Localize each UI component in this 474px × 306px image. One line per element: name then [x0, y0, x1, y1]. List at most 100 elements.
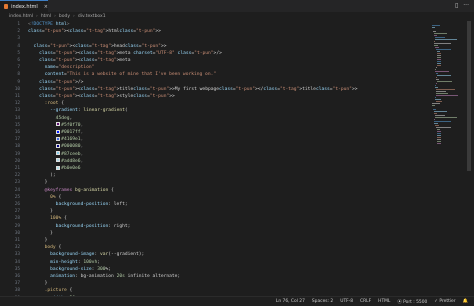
code-editor[interactable]: 1 <!DOCTYPE html> 2 class="t-pun"><class="t…	[0, 21, 474, 296]
code-line[interactable]: 23 }	[0, 179, 430, 186]
code-line[interactable]: 7 name="description"	[0, 64, 430, 71]
code-text[interactable]: :root {	[28, 100, 64, 107]
code-line[interactable]: 16 #0017ff,	[0, 129, 430, 136]
breadcrumb-body[interactable]: body	[59, 14, 70, 19]
code-line[interactable]: 26 background-position: left;	[0, 201, 430, 208]
code-line[interactable]: 17 #4169e1,	[0, 136, 430, 143]
code-line[interactable]: 18 #000080,	[0, 143, 430, 150]
code-text[interactable]: background-position: right;	[28, 223, 131, 230]
code-text[interactable]: #0017ff,	[28, 129, 83, 136]
status-prettier[interactable]: ✓ Prettier	[434, 299, 455, 304]
code-line[interactable]: 9 class="t-pun">/>	[0, 79, 430, 86]
more-actions-icon[interactable]: ···	[463, 2, 469, 10]
code-text[interactable]: #87ceeb,	[28, 151, 83, 158]
scrollbar-thumb[interactable]	[467, 21, 471, 171]
code-line[interactable]: 14 45deg,	[0, 115, 430, 122]
breadcrumb-html[interactable]: html	[41, 14, 51, 19]
code-line[interactable]: 20 #add8e6,	[0, 158, 430, 165]
code-line[interactable]: 36 animation: bg-animation 20s infinite …	[0, 273, 430, 280]
code-line[interactable]: 35 background-size: 300%;	[0, 266, 430, 273]
code-text[interactable]: }	[28, 179, 48, 186]
status-cursor-position[interactable]: Ln 76, Col 27	[276, 299, 305, 304]
code-line[interactable]: 15 #5f0f70,	[0, 122, 430, 129]
code-line[interactable]: 25 0% {	[0, 194, 430, 201]
code-text[interactable]: name="description"	[28, 64, 95, 71]
code-text[interactable]: class="t-pun"><class="t-tag">meta charse…	[28, 50, 222, 57]
code-text[interactable]: }	[28, 237, 48, 244]
color-swatch[interactable]	[55, 158, 60, 163]
code-text[interactable]: #5f0f70,	[28, 122, 83, 129]
status-live-server-port[interactable]: ⦿ Port : 5500	[397, 299, 427, 305]
code-line[interactable]: 4 class="t-pun"><class="t-tag">headclass…	[0, 43, 430, 50]
code-text[interactable]: body {	[28, 244, 62, 251]
code-line[interactable]: 28 100% {	[0, 215, 430, 222]
status-eol[interactable]: CRLF	[360, 299, 371, 304]
code-text[interactable]: background-position: left;	[28, 201, 128, 208]
code-text[interactable]: animation: bg-animation 20s infinite alt…	[28, 273, 180, 280]
code-line[interactable]: 22 );	[0, 172, 430, 179]
code-line[interactable]: 1 <!DOCTYPE html>	[0, 21, 430, 28]
code-line[interactable]: 31 }	[0, 237, 430, 244]
code-line[interactable]: 33 background-image: var(--gradient);	[0, 251, 430, 258]
code-text[interactable]: content="This is a website of mine that …	[28, 71, 217, 78]
code-text[interactable]: class="t-pun"><class="t-tag">headclass="…	[28, 43, 167, 50]
code-line[interactable]: 24 @keyframes bg-animation {	[0, 187, 430, 194]
code-line[interactable]: 27 }	[0, 208, 430, 215]
code-line[interactable]: 13 --gradient: linear-gradient(	[0, 107, 430, 114]
code-text[interactable]: .picture {	[28, 287, 73, 294]
breadcrumb-file[interactable]: index.html	[9, 14, 33, 19]
color-swatch[interactable]	[55, 143, 60, 148]
code-text[interactable]: 45deg,	[28, 115, 73, 122]
code-text[interactable]: class="t-pun"><class="t-tag">meta	[28, 57, 130, 64]
code-text[interactable]: background-image: var(--gradient);	[28, 251, 144, 258]
code-line[interactable]: 11 class="t-pun"><class="t-tag">stylecla…	[0, 93, 430, 100]
tab-index-html[interactable]: index.html ×	[0, 0, 48, 12]
code-text[interactable]: <!DOCTYPE html>	[28, 21, 70, 28]
status-indentation[interactable]: Spaces: 2	[312, 299, 333, 304]
status-encoding[interactable]: UTF-8	[340, 299, 353, 304]
code-text[interactable]: }	[28, 208, 53, 215]
code-line[interactable]: 32 body {	[0, 244, 430, 251]
code-line[interactable]: 34 min-height: 100vh;	[0, 259, 430, 266]
vertical-scrollbar[interactable]	[466, 21, 472, 296]
code-line[interactable]: 6 class="t-pun"><class="t-tag">meta	[0, 57, 430, 64]
code-line[interactable]: 19 #87ceeb,	[0, 151, 430, 158]
code-line[interactable]: 2 class="t-pun"><class="t-tag">htmlclass=…	[0, 28, 430, 35]
code-text[interactable]: class="t-pun"><class="t-tag">styleclass=…	[28, 93, 175, 100]
code-text[interactable]: #add8e6,	[28, 158, 83, 165]
breadcrumb-div[interactable]: div.textbox1	[78, 14, 106, 19]
code-line[interactable]: 3	[0, 35, 430, 42]
split-editor-icon[interactable]: ▯	[455, 2, 458, 10]
code-text[interactable]: @keyframes bg-animation {	[28, 187, 114, 194]
close-icon[interactable]: ×	[44, 4, 48, 10]
code-line[interactable]: 8 content="This is a website of mine tha…	[0, 71, 430, 78]
code-text[interactable]: }	[28, 230, 53, 237]
code-text[interactable]: class="t-pun"><class="t-tag">htmlclass="…	[28, 28, 161, 35]
code-text[interactable]: --gradient: linear-gradient(	[28, 107, 128, 114]
code-text[interactable]: 0% {	[28, 194, 61, 201]
code-line[interactable]: 38 .picture {	[0, 287, 430, 294]
color-swatch[interactable]	[55, 165, 60, 170]
code-text[interactable]: );	[28, 172, 56, 179]
code-text[interactable]: background-size: 300%;	[28, 266, 111, 273]
color-swatch[interactable]	[55, 151, 60, 156]
color-swatch[interactable]	[55, 136, 60, 141]
color-swatch[interactable]	[55, 122, 60, 127]
code-text[interactable]: #000080,	[28, 143, 83, 150]
code-line[interactable]: 5 class="t-pun"><class="t-tag">meta char…	[0, 50, 430, 57]
code-text[interactable]: }	[28, 280, 48, 287]
color-swatch[interactable]	[55, 129, 60, 134]
code-line[interactable]: 37 }	[0, 280, 430, 287]
code-text[interactable]: #4169e1,	[28, 136, 83, 143]
code-line[interactable]: 30 }	[0, 230, 430, 237]
code-line[interactable]: 12 :root {	[0, 100, 430, 107]
code-line[interactable]: 21 #b0e0e6	[0, 165, 430, 172]
status-language[interactable]: HTML	[378, 299, 390, 304]
code-line[interactable]: 29 background-position: right;	[0, 223, 430, 230]
code-text[interactable]: class="t-pun">/>	[28, 79, 83, 86]
code-text[interactable]: #b0e0e6	[28, 165, 81, 172]
bell-icon[interactable]: 🔔	[463, 299, 468, 304]
code-text[interactable]: 100% {	[28, 215, 67, 222]
minimap[interactable]	[432, 21, 464, 296]
code-text[interactable]: min-height: 100vh;	[28, 259, 100, 266]
